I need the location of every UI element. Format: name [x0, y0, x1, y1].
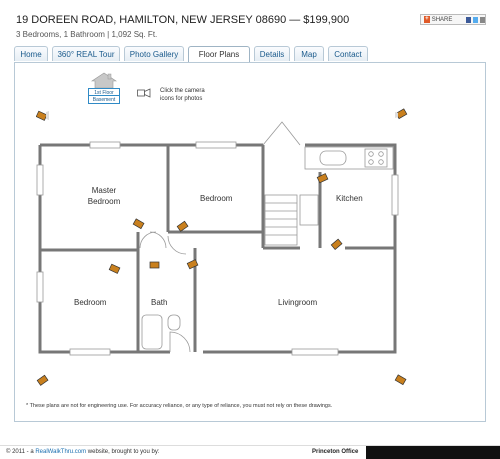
footer-link[interactable]: RealWalkThru.com — [35, 449, 86, 455]
camera-icon[interactable] — [394, 374, 408, 386]
camera-icon[interactable] — [394, 108, 408, 120]
footer: © 2011 - a RealWalkThru.com website, bro… — [0, 445, 500, 459]
room-bedroom2-label: Bedroom — [74, 298, 107, 307]
camera-icon[interactable] — [36, 110, 50, 122]
footer-suffix: website, brought to you by: — [86, 449, 160, 455]
room-bath-label: Bath — [151, 298, 168, 307]
camera-icon[interactable] — [108, 263, 122, 275]
camera-icon[interactable] — [316, 172, 330, 184]
footer-credit: © 2011 - a RealWalkThru.com website, bro… — [6, 449, 160, 455]
camera-icon[interactable] — [148, 260, 162, 272]
disclaimer-text: * These plans are not for engineering us… — [26, 403, 333, 409]
camera-icon[interactable] — [330, 238, 344, 250]
camera-icon[interactable] — [186, 258, 200, 270]
room-bedroom-label: Bedroom — [200, 194, 233, 203]
room-master-label: Master Bedroom — [87, 186, 121, 206]
footer-office: Princeton Office — [312, 449, 359, 455]
camera-icon[interactable] — [132, 218, 146, 230]
floor-plan-drawing — [36, 121, 399, 356]
footer-prefix: © 2011 - a — [6, 449, 36, 455]
page: 19 DOREEN ROAD, HAMILTON, NEW JERSEY 086… — [0, 0, 500, 459]
footer-banner — [366, 446, 500, 459]
room-kitchen-label: Kitchen — [336, 194, 363, 203]
room-living-label: Livingroom — [278, 298, 318, 307]
camera-icon[interactable] — [176, 220, 190, 232]
camera-icon[interactable] — [36, 374, 50, 386]
